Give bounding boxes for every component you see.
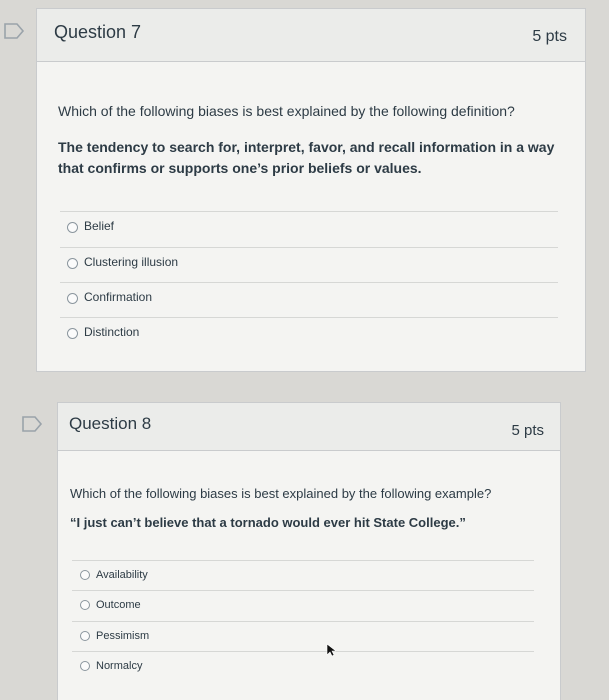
answer-label: Normalcy bbox=[96, 660, 143, 672]
answer-option[interactable]: Clustering illusion bbox=[60, 247, 558, 281]
question-7-card: Question 7 5 pts Which of the following … bbox=[36, 8, 586, 372]
question-title: Question 8 bbox=[69, 414, 152, 433]
answer-list: Belief Clustering illusion Confirmation … bbox=[60, 211, 558, 351]
question-title: Question 7 bbox=[54, 22, 142, 42]
answer-label: Clustering illusion bbox=[84, 255, 179, 269]
answer-option[interactable]: Confirmation bbox=[60, 282, 558, 316]
question-prompt: Which of the following biases is best ex… bbox=[70, 486, 492, 501]
question-stimulus-line: that confirms or supports one’s prior be… bbox=[58, 160, 422, 176]
radio-button[interactable] bbox=[67, 258, 78, 269]
radio-button[interactable] bbox=[67, 293, 78, 304]
answer-label: Distinction bbox=[84, 325, 140, 339]
answer-option[interactable]: Normalcy bbox=[72, 651, 534, 682]
question-stimulus-line: “I just can’t believe that a tornado wou… bbox=[70, 515, 466, 530]
answer-label: Pessimism bbox=[96, 630, 150, 642]
bookmark-flag-icon[interactable] bbox=[22, 415, 44, 433]
question-7-header: Question 7 5 pts bbox=[37, 9, 585, 62]
answer-label: Outcome bbox=[96, 599, 141, 611]
question-8-card: Question 8 5 pts Which of the following … bbox=[57, 402, 561, 700]
radio-button[interactable] bbox=[80, 661, 90, 671]
radio-button[interactable] bbox=[67, 222, 78, 233]
radio-button[interactable] bbox=[80, 600, 90, 610]
question-points: 5 pts bbox=[511, 422, 544, 439]
answer-option[interactable]: Distinction bbox=[60, 317, 558, 351]
mouse-cursor-icon bbox=[326, 643, 336, 657]
answer-label: Confirmation bbox=[84, 290, 153, 304]
answer-list: Availability Outcome Pessimism Normalcy bbox=[72, 560, 534, 700]
answer-option[interactable]: Availability bbox=[72, 560, 534, 591]
answer-option[interactable]: Pessimism bbox=[72, 621, 534, 652]
radio-button[interactable] bbox=[80, 570, 90, 580]
answer-option[interactable]: Outcome bbox=[72, 590, 534, 621]
question-stimulus-line: The tendency to search for, interpret, f… bbox=[58, 139, 555, 155]
question-8-header: Question 8 5 pts bbox=[58, 403, 560, 451]
bookmark-flag-icon[interactable] bbox=[4, 22, 26, 40]
radio-button[interactable] bbox=[67, 328, 78, 339]
question-prompt: Which of the following biases is best ex… bbox=[58, 103, 515, 119]
answer-label: Belief bbox=[84, 219, 115, 233]
answer-option[interactable]: Belief bbox=[60, 211, 558, 245]
answer-label: Availability bbox=[96, 569, 148, 581]
radio-button[interactable] bbox=[80, 631, 90, 641]
question-points: 5 pts bbox=[532, 28, 567, 45]
